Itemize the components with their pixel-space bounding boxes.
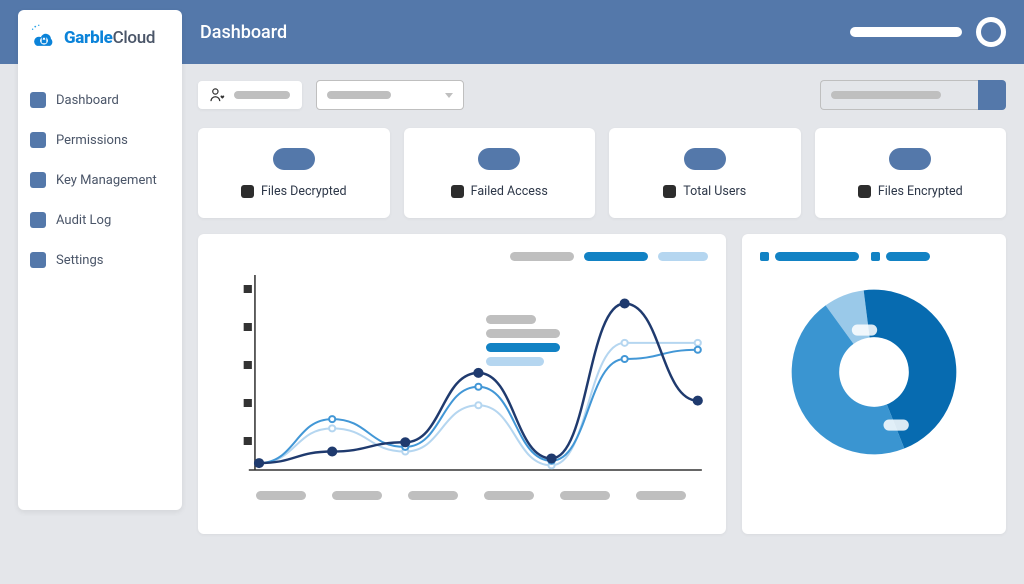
chart-legend [216,252,708,261]
nav-icon [30,212,46,228]
sidebar-item-permissions[interactable]: Permissions [30,120,170,160]
nav-label: Settings [56,253,103,268]
legend-item [658,252,708,261]
stat-pill [273,148,315,170]
main-content: Files Decrypted Failed Access Total User… [198,80,1006,570]
stat-label: Files Encrypted [878,184,963,199]
sidebar-item-key-management[interactable]: Key Management [30,160,170,200]
donut-chart [779,277,969,467]
nav-label: Dashboard [56,93,119,108]
stat-label: Total Users [683,184,746,199]
donut-legend [760,252,930,261]
stat-label: Failed Access [471,184,548,199]
legend-item [510,252,574,261]
nav-icon [30,252,46,268]
placeholder-bar [234,91,290,99]
stat-icon [858,185,871,198]
sidebar-item-dashboard[interactable]: Dashboard [30,80,170,120]
donut-chart-panel [742,234,1006,534]
search-bar [820,80,1006,110]
nav-label: Audit Log [56,213,111,228]
brand-logo[interactable]: GarbleCloud [30,24,170,52]
stat-pill [684,148,726,170]
stat-label: Files Decrypted [261,184,347,199]
stat-icon [241,185,254,198]
user-heart-icon [210,88,226,102]
card-total-users[interactable]: Total Users [609,128,801,218]
nav-icon [30,92,46,108]
nav-icon [30,132,46,148]
search-button[interactable] [978,80,1006,110]
topbar-placeholder [850,27,962,37]
nav-label: Permissions [56,133,128,148]
nav-icon [30,172,46,188]
stat-icon [451,185,464,198]
cloud-lock-icon [30,24,58,52]
stat-icon [663,185,676,198]
placeholder-bar [831,91,941,99]
line-chart [216,265,708,485]
card-files-decrypted[interactable]: Files Decrypted [198,128,390,218]
placeholder-bar [327,91,391,99]
stat-pill [478,148,520,170]
x-axis-ticks [216,491,708,500]
brand-light: Cloud [113,28,156,48]
card-failed-access[interactable]: Failed Access [404,128,596,218]
sidebar: GarbleCloud Dashboard Permissions Key Ma… [18,10,182,510]
stat-pill [889,148,931,170]
nav-label: Key Management [56,173,157,188]
line-chart-panel [198,234,726,534]
filter-dropdown[interactable] [316,80,464,110]
chart-tooltip [486,315,560,366]
stat-cards: Files Decrypted Failed Access Total User… [198,128,1006,218]
card-files-encrypted[interactable]: Files Encrypted [815,128,1007,218]
chevron-down-icon [445,93,453,98]
user-chip[interactable] [198,81,302,109]
user-avatar[interactable] [976,17,1006,47]
toolbar [198,80,1006,110]
brand-bold: Garble [64,28,113,48]
search-input[interactable] [820,80,978,110]
sidebar-item-settings[interactable]: Settings [30,240,170,280]
sidebar-item-audit-log[interactable]: Audit Log [30,200,170,240]
legend-item [584,252,648,261]
page-title: Dashboard [200,22,287,43]
